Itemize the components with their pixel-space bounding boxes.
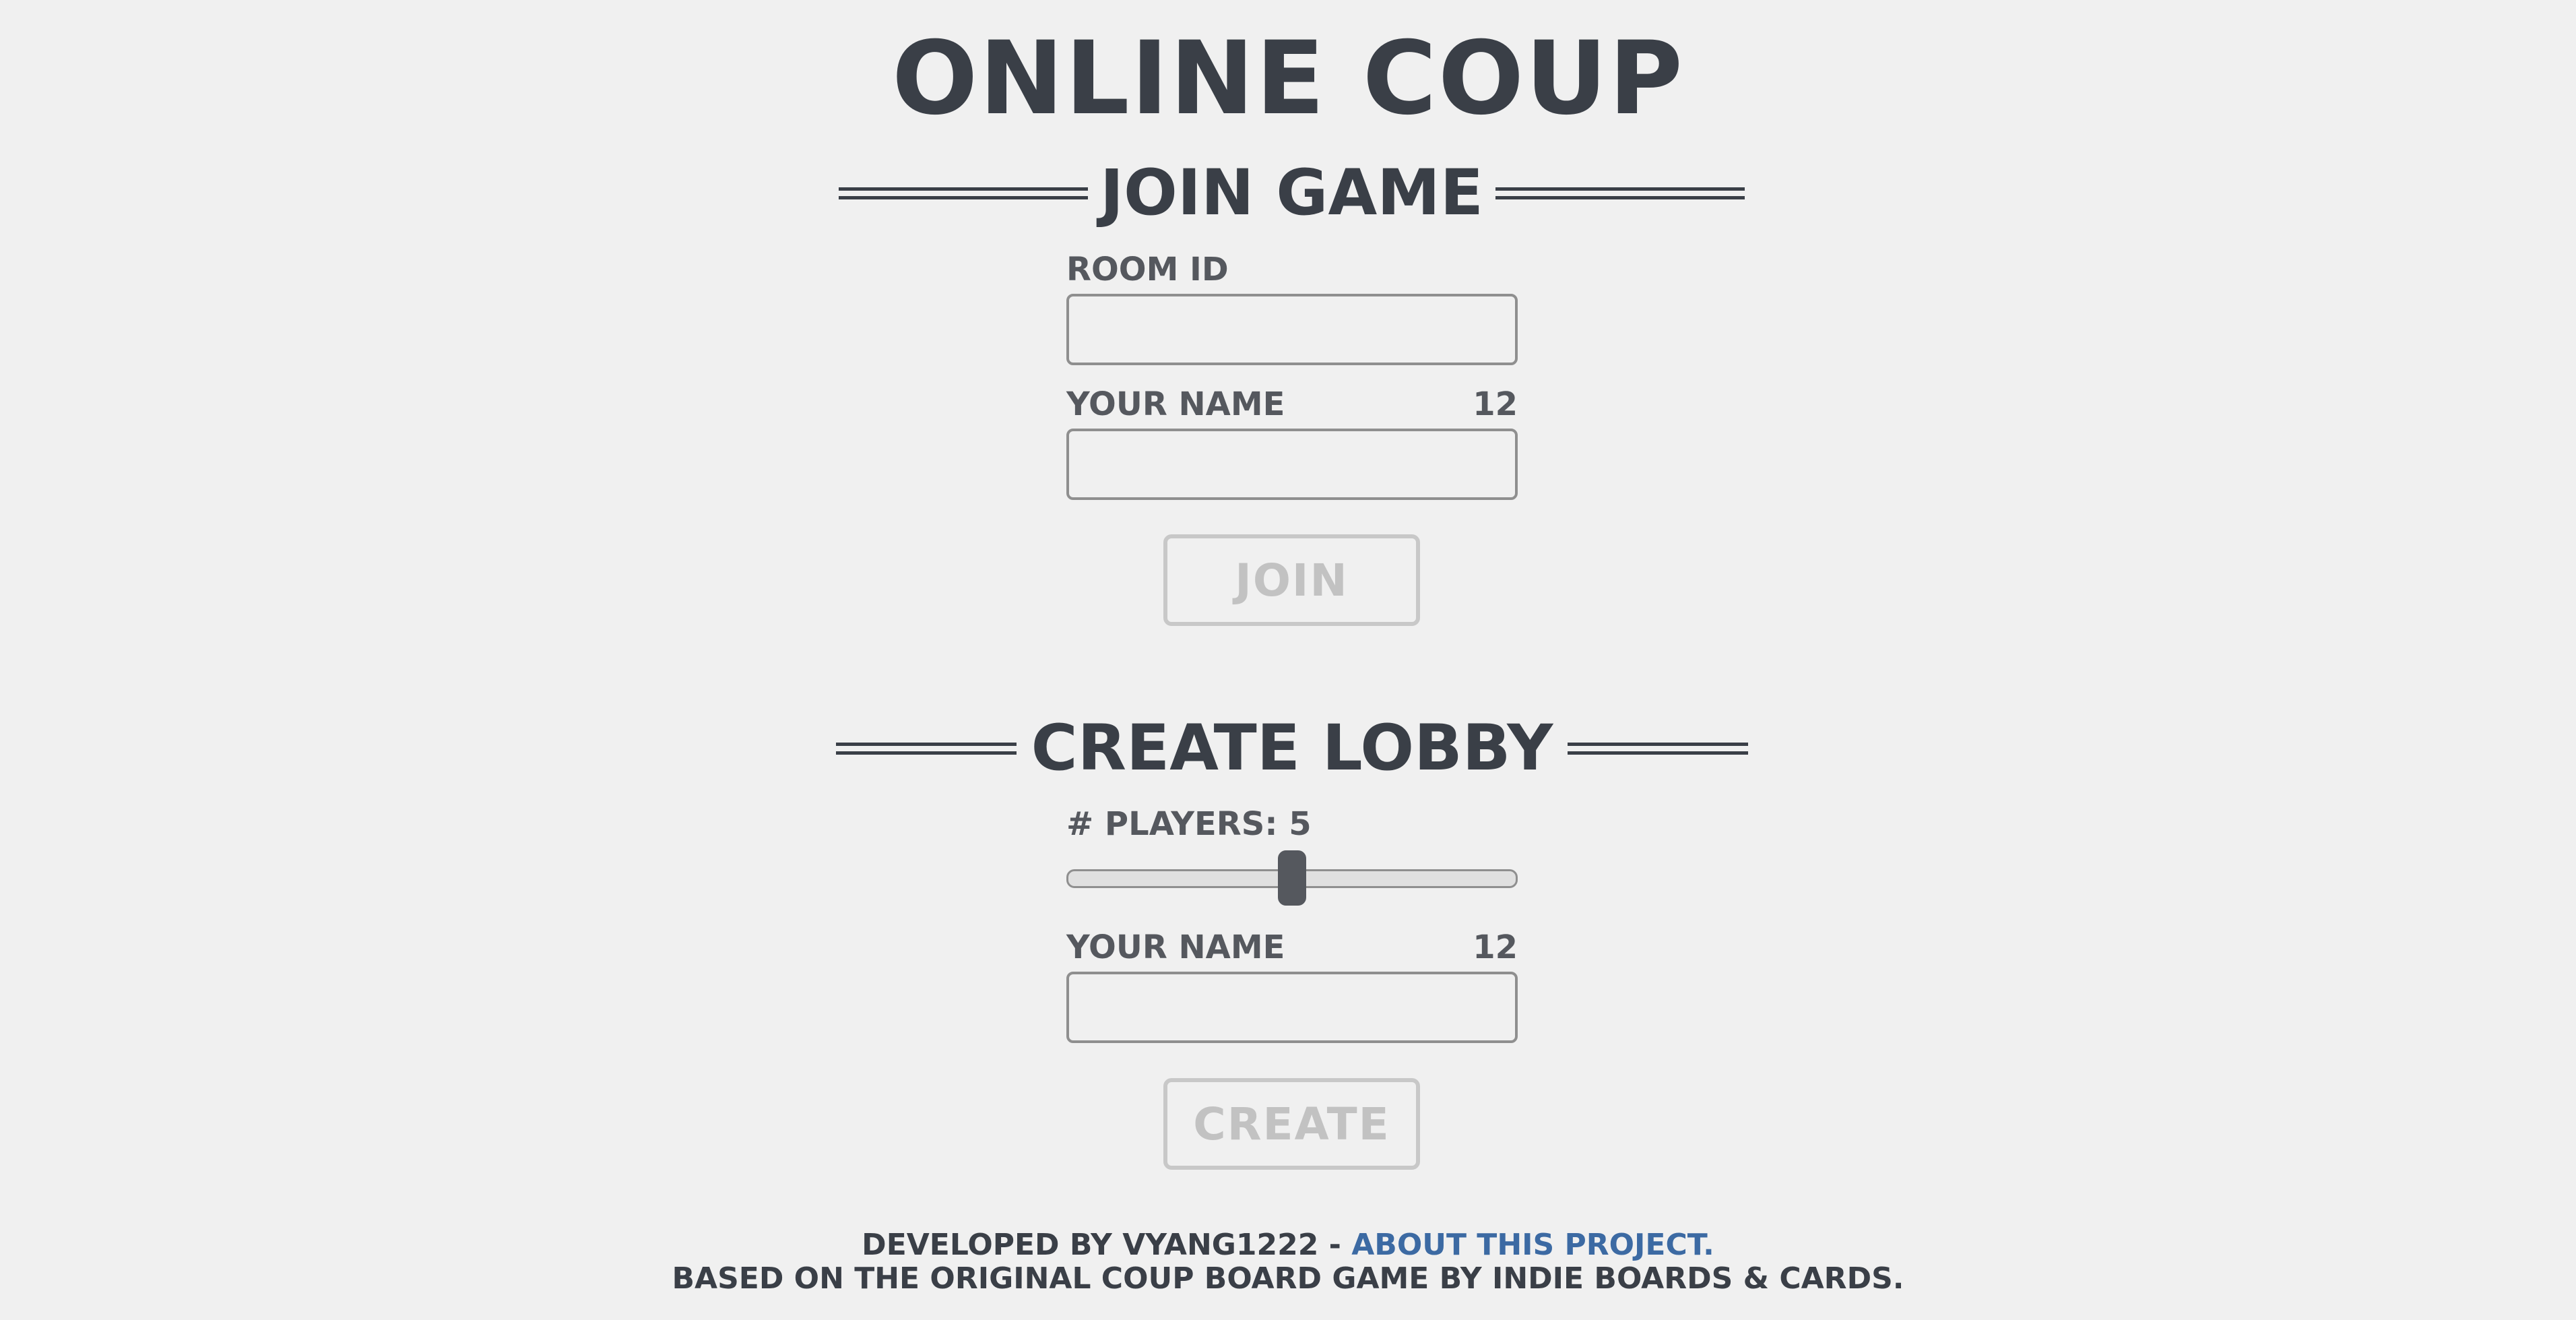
heading-rule-right (1495, 187, 1745, 199)
lobby-name-label: YOUR NAME (1066, 929, 1285, 966)
join-button[interactable]: JOIN (1163, 534, 1420, 626)
lobby-name-input[interactable] (1066, 972, 1518, 1043)
create-button[interactable]: CREATE (1163, 1078, 1420, 1170)
about-project-link[interactable]: ABOUT THIS PROJECT. (1351, 1228, 1714, 1262)
create-lobby-title: CREATE LOBBY (1031, 712, 1553, 785)
room-id-label: ROOM ID (1066, 251, 1229, 288)
join-game-title: JOIN GAME (1100, 156, 1483, 230)
heading-rule-left (839, 187, 1089, 199)
players-count-label: # PLAYERS: 5 (1066, 805, 1312, 843)
room-id-input[interactable] (1066, 294, 1518, 365)
join-game-heading: JOIN GAME (839, 156, 1745, 230)
lobby-name-char-counter: 12 (1473, 929, 1518, 966)
join-name-input[interactable] (1066, 429, 1518, 500)
join-name-label: YOUR NAME (1066, 385, 1285, 423)
footer-credits: DEVELOPED BY VYANG1222 - ABOUT THIS PROJ… (0, 1228, 2576, 1263)
app-title: ONLINE COUP (891, 20, 1684, 137)
heading-rule-left (836, 743, 1017, 755)
footer-developer-text: DEVELOPED BY VYANG1222 - (862, 1228, 1352, 1262)
footer-attribution: BASED ON THE ORIGINAL COUP BOARD GAME BY… (672, 1261, 1904, 1296)
heading-rule-right (1568, 743, 1748, 755)
players-slider-thumb[interactable] (1278, 850, 1306, 906)
create-lobby-heading: CREATE LOBBY (836, 712, 1748, 786)
join-name-char-counter: 12 (1473, 385, 1518, 423)
